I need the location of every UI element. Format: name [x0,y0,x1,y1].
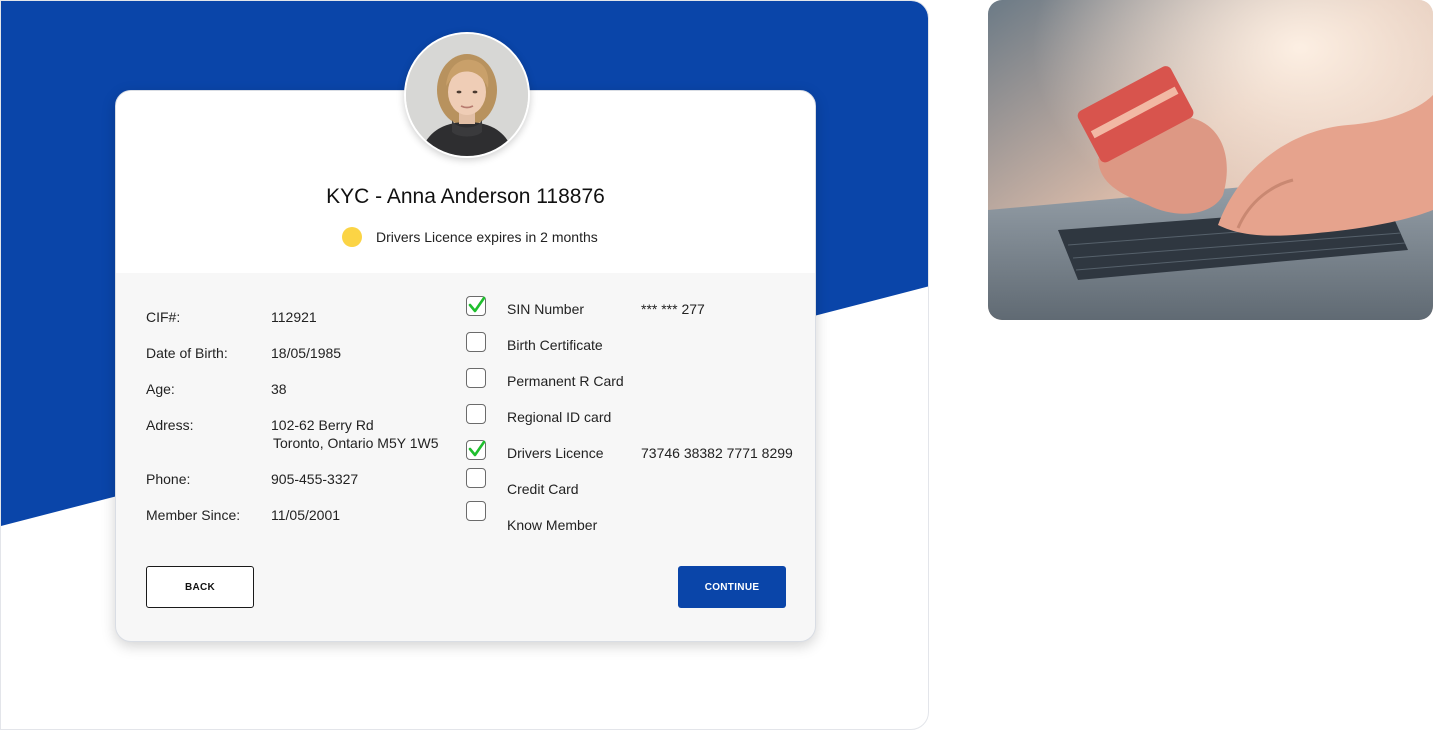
regional-id-card-label: Regional ID card [507,409,612,425]
phone-value: 905-455-3327 [271,471,359,487]
age-value: 38 [271,381,287,397]
cif-label: CIF#: [146,309,181,325]
checkmark-icon [468,296,486,313]
credit-card-label: Credit Card [507,481,579,497]
address-label: Adress: [146,417,194,433]
avatar [404,32,530,158]
regional-id-card-checkbox[interactable] [466,404,486,424]
age-label: Age: [146,381,175,397]
dob-value: 18/05/1985 [271,345,342,361]
member-since-value: 11/05/2001 [271,507,341,523]
expiry-alert: Drivers Licence expires in 2 months [342,227,598,247]
permanent-r-card-checkbox[interactable] [466,368,486,388]
expiry-alert-text: Drivers Licence expires in 2 months [376,229,598,245]
credit-card-checkbox[interactable] [466,468,486,488]
drivers-licence-checkbox[interactable] [466,440,486,460]
user-portrait-icon [406,34,528,156]
address-line2: Toronto, Ontario M5Y 1W5 [273,435,439,451]
checkmark-icon [468,440,486,457]
back-button[interactable]: BACK [146,566,254,608]
online-shopping-photo [988,0,1433,320]
dob-label: Date of Birth: [146,345,228,361]
continue-button[interactable]: CONTINUE [678,566,786,608]
phone-label: Phone: [146,471,191,487]
permanent-r-card-label: Permanent R Card [507,373,624,389]
drivers-licence-value: 73746 38382 7771 8299 [641,445,793,461]
birth-certificate-label: Birth Certificate [507,337,603,353]
birth-certificate-checkbox[interactable] [466,332,486,352]
cif-value: 112921 [271,309,317,325]
sin-number-value: *** *** 277 [641,301,705,317]
know-member-checkbox[interactable] [466,501,486,521]
page-title: KYC - Anna Anderson 118876 [326,185,605,208]
know-member-label: Know Member [507,517,598,533]
drivers-licence-label: Drivers Licence [507,445,604,461]
member-since-label: Member Since: [146,507,241,523]
sin-number-checkbox[interactable] [466,296,486,316]
kyc-card: KYC - Anna Anderson 118876 Drivers Licen… [115,90,816,642]
laptop-credit-card-image [988,0,1433,320]
sin-number-label: SIN Number [507,301,585,317]
status-dot-icon [342,227,362,247]
address-line1: 102-62 Berry Rd [271,417,374,433]
